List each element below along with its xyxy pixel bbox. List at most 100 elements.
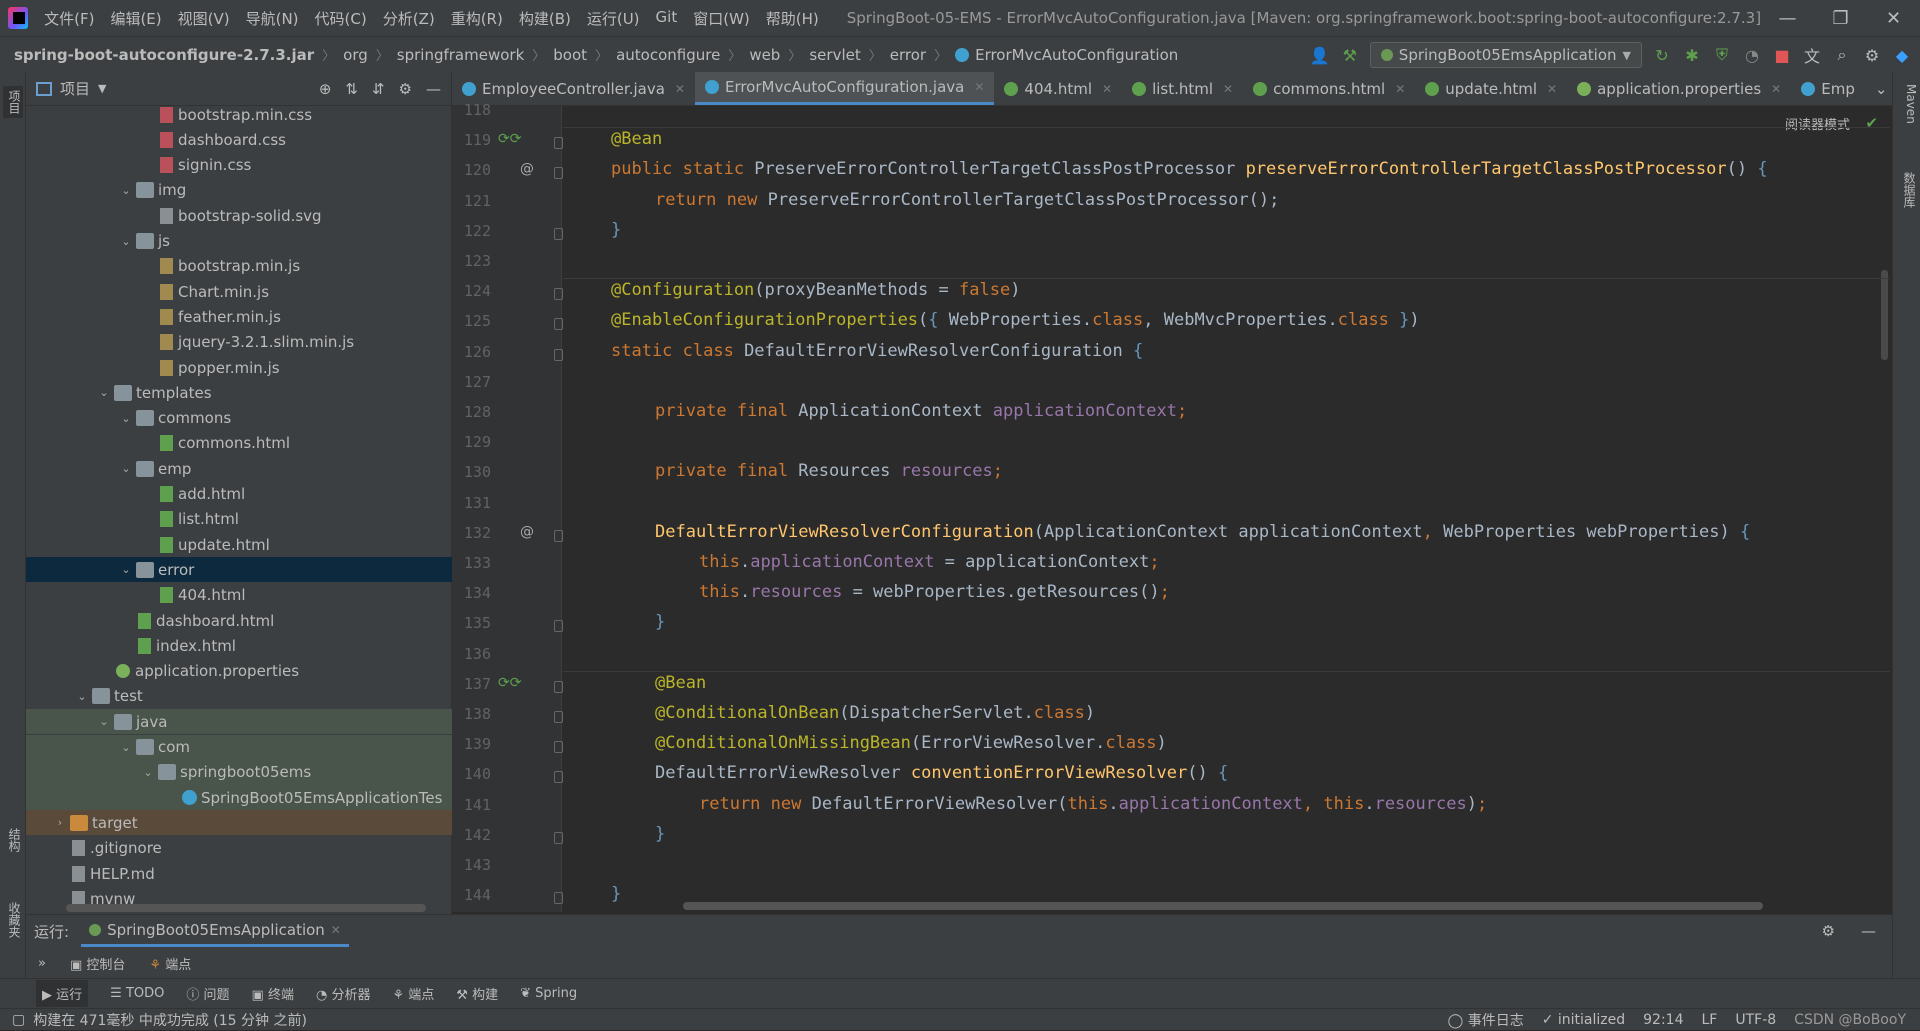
tree-item[interactable]: index.html [26, 633, 452, 658]
breadcrumb-item[interactable]: error [890, 46, 926, 64]
tool-profiler-button[interactable]: ◔ 分析器 [316, 984, 371, 1003]
tree-item[interactable]: dashboard.html [26, 608, 452, 633]
reader-mode-toggle[interactable]: 阅读器模式 [1785, 114, 1850, 133]
close-tab-icon[interactable]: ✕ [1771, 82, 1781, 96]
project-panel-title[interactable]: 项目 [60, 78, 90, 99]
breadcrumb-item[interactable]: boot [553, 46, 587, 64]
run-settings-gear-icon[interactable]: ⚙ [1822, 922, 1835, 940]
favorites-tool-tab[interactable]: 收藏夹 [3, 902, 23, 938]
fold-marker-icon[interactable] [554, 137, 563, 150]
coverage-icon[interactable]: ⛨ [1712, 45, 1732, 65]
editor-tab[interactable]: application.properties ✕ [1567, 72, 1791, 105]
panel-settings-icon[interactable]: ⚙ [399, 80, 412, 98]
menu-item[interactable]: 代码(C) [307, 8, 375, 29]
editor-vertical-scrollbar[interactable] [1881, 270, 1888, 360]
fold-marker-icon[interactable] [554, 348, 563, 361]
line-separator[interactable]: LF [1702, 1012, 1718, 1028]
tool-terminal-button[interactable]: ▣ 终端 [252, 984, 294, 1003]
menu-item[interactable]: 构建(B) [511, 8, 579, 29]
inspection-ok-icon[interactable]: ✔ [1865, 114, 1878, 132]
tool-build-button[interactable]: ⚒ 构建 [456, 984, 498, 1003]
tree-item[interactable]: list.html [26, 507, 452, 532]
plugin-icon[interactable]: ◆ [1892, 45, 1912, 65]
menu-item[interactable]: 编辑(E) [102, 8, 169, 29]
tree-item[interactable]: bootstrap-solid.svg [26, 203, 452, 228]
breadcrumb-item[interactable]: web [749, 46, 780, 64]
chevron-down-icon[interactable]: ▼ [98, 82, 106, 95]
event-log-button[interactable]: ◯ 事件日志 [1448, 1010, 1524, 1030]
tree-item[interactable]: ⌄ templates [26, 380, 452, 405]
tool-problems-button[interactable]: ⓘ 问题 [186, 984, 229, 1003]
breadcrumb-item[interactable]: spring-boot-autoconfigure-2.7.3.jar [14, 46, 314, 64]
chevron-down-icon[interactable]: ⌄ [118, 462, 134, 475]
stop-icon[interactable]: ■ [1772, 45, 1792, 65]
tree-item[interactable]: ⌄ springboot05ems [26, 759, 452, 785]
fold-marker-icon[interactable] [554, 892, 563, 905]
chevron-down-icon[interactable]: ⌄ [96, 386, 112, 399]
chevron-down-icon[interactable]: ⌄ [118, 235, 134, 248]
expand-all-icon[interactable]: ⇅ [345, 80, 358, 98]
editor-tab[interactable]: commons.html ✕ [1243, 72, 1415, 105]
project-tool-tab[interactable]: 项目 [3, 86, 23, 118]
editor-tab[interactable]: update.html ✕ [1415, 72, 1567, 105]
expand-icon[interactable]: » [38, 956, 46, 971]
caret-position[interactable]: 92:14 [1643, 1012, 1683, 1028]
menu-item[interactable]: 导航(N) [238, 8, 307, 29]
breadcrumb-item[interactable]: org [343, 46, 368, 64]
tree-item[interactable]: signin.css [26, 153, 452, 178]
close-tab-icon[interactable]: ✕ [974, 80, 984, 94]
tree-item[interactable]: popper.min.js [26, 355, 452, 380]
chevron-down-icon[interactable]: ⌄ [118, 412, 134, 425]
fold-marker-icon[interactable] [554, 711, 563, 723]
menu-item[interactable]: 分析(Z) [375, 8, 443, 29]
user-icon[interactable]: 👤 [1310, 45, 1330, 65]
fold-marker-icon[interactable] [554, 620, 563, 633]
chevron-down-icon[interactable]: ⌄ [118, 563, 134, 576]
chevron-down-icon[interactable]: ⌄ [74, 690, 90, 703]
menu-item[interactable]: 视图(V) [170, 8, 238, 29]
close-tab-icon[interactable]: ✕ [1395, 82, 1405, 96]
fold-marker-icon[interactable] [554, 288, 563, 301]
settings-gear-icon[interactable]: ⚙ [1862, 45, 1882, 65]
tool-spring-button[interactable]: ❦ Spring [520, 986, 577, 1001]
tree-item[interactable]: HELP.md [26, 861, 452, 886]
tool-todo-button[interactable]: ☰ TODO [110, 986, 164, 1001]
fold-marker-icon[interactable] [554, 318, 563, 331]
close-tab-icon[interactable]: ✕ [1102, 82, 1112, 96]
tree-item[interactable]: ⌄ error [26, 557, 452, 583]
close-tab-icon[interactable]: ✕ [1547, 82, 1557, 96]
tree-item[interactable]: ⌄ java [26, 709, 452, 735]
run-tab[interactable]: SpringBoot05EmsApplication ✕ [81, 915, 349, 947]
editor-tab[interactable]: list.html ✕ [1122, 72, 1243, 105]
tree-item[interactable]: ⌄ commons [26, 406, 452, 431]
fold-marker-icon[interactable] [554, 771, 563, 784]
fold-marker-icon[interactable] [554, 680, 563, 693]
console-tab[interactable]: ▣ 控制台 [70, 954, 125, 973]
tree-item[interactable]: add.html [26, 482, 452, 507]
breadcrumb-item[interactable]: autoconfigure [616, 46, 720, 64]
close-tab-icon[interactable]: ✕ [331, 923, 341, 937]
menu-item[interactable]: 窗口(W) [685, 8, 758, 29]
status-toggle-icon[interactable]: ▢ [12, 1012, 25, 1028]
locate-icon[interactable]: ⊕ [319, 80, 332, 98]
tree-item[interactable]: feather.min.js [26, 304, 452, 329]
hide-panel-icon[interactable]: — [426, 80, 441, 98]
endpoints-tab[interactable]: ⚘ 端点 [149, 954, 191, 973]
tree-item[interactable]: ⌄ com [26, 734, 452, 760]
spring-bean-gutter-icon[interactable]: ⟳⟳ [498, 131, 521, 147]
tree-item[interactable]: .gitignore [26, 836, 452, 861]
menu-item[interactable]: 文件(F) [36, 8, 102, 29]
fold-marker-icon[interactable] [554, 227, 563, 240]
tool-run-button[interactable]: ▶ 运行 [36, 980, 89, 1007]
fold-marker-icon[interactable] [554, 831, 563, 844]
breadcrumb-item[interactable]: springframework [397, 46, 524, 64]
close-window-icon[interactable]: ✕ [1867, 8, 1920, 29]
tree-item[interactable]: jquery-3.2.1.slim.min.js [26, 330, 452, 355]
restore-icon[interactable]: ❐ [1814, 8, 1867, 29]
hide-run-panel-icon[interactable]: — [1861, 922, 1876, 940]
profiler-icon[interactable]: ◔ [1742, 45, 1762, 65]
fold-marker-icon[interactable] [554, 529, 563, 542]
chevron-down-icon[interactable]: ⌄ [140, 766, 156, 779]
menu-item[interactable]: 运行(U) [579, 8, 648, 29]
autowired-gutter-icon[interactable]: @ [520, 524, 534, 540]
